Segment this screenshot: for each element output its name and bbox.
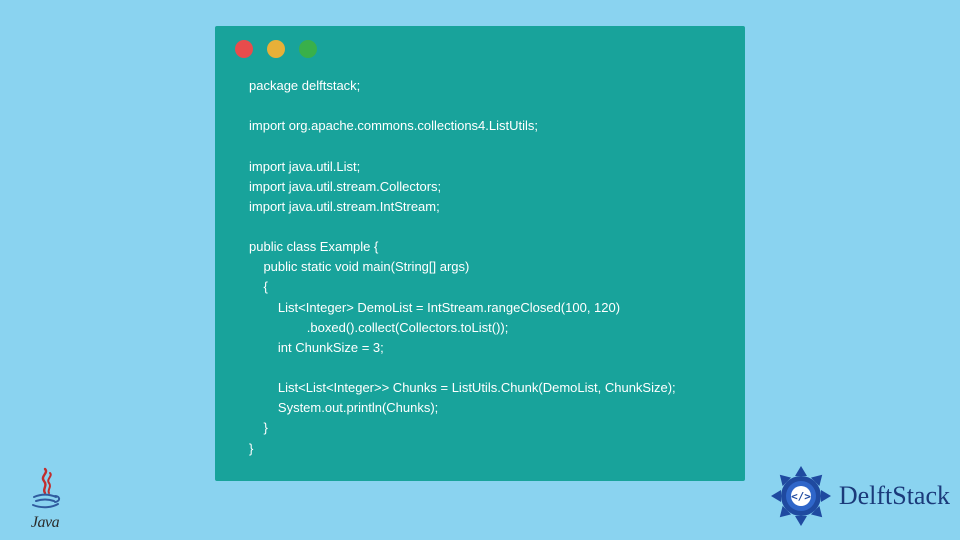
svg-text:</>: </> [791,490,811,503]
code-window: package delftstack; import org.apache.co… [215,26,745,481]
delftstack-logo: </> DelftStack [769,464,950,528]
java-logo: Java [18,467,72,532]
traffic-light-minimize-icon [267,40,285,58]
java-logo-label: Java [18,514,72,532]
java-cup-icon [25,467,65,509]
traffic-light-close-icon [235,40,253,58]
delftstack-gear-icon: </> [769,464,833,528]
delftstack-logo-label: DelftStack [839,481,950,511]
traffic-light-zoom-icon [299,40,317,58]
window-traffic-lights [215,26,745,64]
code-block: package delftstack; import org.apache.co… [215,64,745,479]
